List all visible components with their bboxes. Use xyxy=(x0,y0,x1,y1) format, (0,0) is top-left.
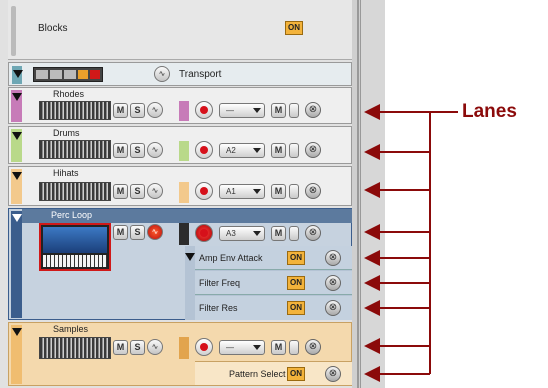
lanes-callout-label: Lanes xyxy=(462,101,517,122)
sequencer-screenshot: Blocks ON ∿ Transport Rhodes M S ∿ — M ⊗… xyxy=(0,0,548,388)
callout-arrows xyxy=(364,104,458,382)
